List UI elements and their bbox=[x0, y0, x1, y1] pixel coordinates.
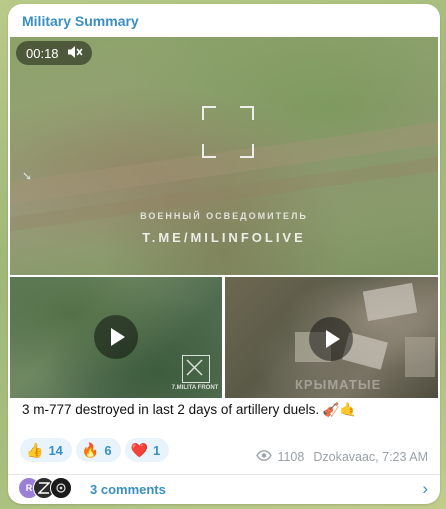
author-time: Dzokavaac, 7:23 AM bbox=[313, 450, 428, 464]
heart-icon: ❤️ bbox=[130, 441, 149, 458]
video-duration: 00:18 bbox=[26, 45, 59, 61]
chevron-right-icon[interactable]: › bbox=[422, 479, 428, 499]
play-icon[interactable] bbox=[309, 317, 353, 361]
muted-speaker-icon[interactable] bbox=[67, 45, 83, 62]
thumbs-up-icon: 👍 bbox=[26, 441, 44, 458]
message-meta: 1108 Dzokavaac, 7:23 AM bbox=[256, 450, 428, 464]
video-thumbnail-right[interactable]: КРЫМАТЫЕ bbox=[225, 277, 438, 398]
watermark-thumb-right: КРЫМАТЫЕ bbox=[295, 377, 382, 392]
rubble-shape bbox=[405, 337, 435, 377]
reaction-fire[interactable]: 🔥 6 bbox=[75, 438, 121, 462]
reaction-thumbs-up[interactable]: 👍 14 bbox=[20, 438, 72, 462]
comments-link[interactable]: 3 comments bbox=[90, 482, 166, 497]
comments-bar[interactable]: R 3 comments › bbox=[8, 475, 440, 504]
eye-icon bbox=[256, 450, 273, 464]
play-icon[interactable] bbox=[94, 315, 138, 359]
duration-badge[interactable]: 00:18 bbox=[16, 41, 92, 65]
message-bubble: Military Summary 00:18 ➘ ВОЕННЫЙ ОСВЕДОМ… bbox=[8, 4, 440, 504]
watermark-line2: T.ME/MILINFOLIVE bbox=[142, 230, 306, 245]
avatar bbox=[50, 477, 72, 499]
reaction-count: 1 bbox=[153, 442, 161, 458]
watermark-line1: ВОЕННЫЙ ОСВЕДОМИТЕЛЬ bbox=[140, 211, 308, 221]
arrow-marker-icon: ➘ bbox=[22, 169, 33, 183]
unit-emblem-icon bbox=[182, 355, 210, 383]
reactions-row: 👍 14 🔥 6 ❤️ 1 bbox=[20, 438, 170, 462]
target-reticle bbox=[202, 106, 254, 158]
view-count: 1108 bbox=[277, 450, 305, 464]
message-text: 3 m-777 destroyed in last 2 days of arti… bbox=[22, 402, 357, 417]
emblem-caption: 7.MILITA FRONT bbox=[171, 385, 219, 391]
fire-icon: 🔥 bbox=[81, 441, 100, 458]
reaction-count: 14 bbox=[48, 442, 63, 458]
reaction-count: 6 bbox=[104, 442, 112, 458]
reaction-heart[interactable]: ❤️ 1 bbox=[124, 438, 170, 462]
rubble-shape bbox=[362, 282, 418, 322]
video-thumbnail-left[interactable]: 7.MILITA FRONT bbox=[10, 277, 222, 398]
channel-name[interactable]: Military Summary bbox=[22, 13, 139, 29]
commenter-avatars: R bbox=[18, 477, 78, 499]
video-main[interactable]: 00:18 ➘ ВОЕННЫЙ ОСВЕДОМИТЕЛЬ T.ME/MILINF… bbox=[10, 37, 438, 275]
